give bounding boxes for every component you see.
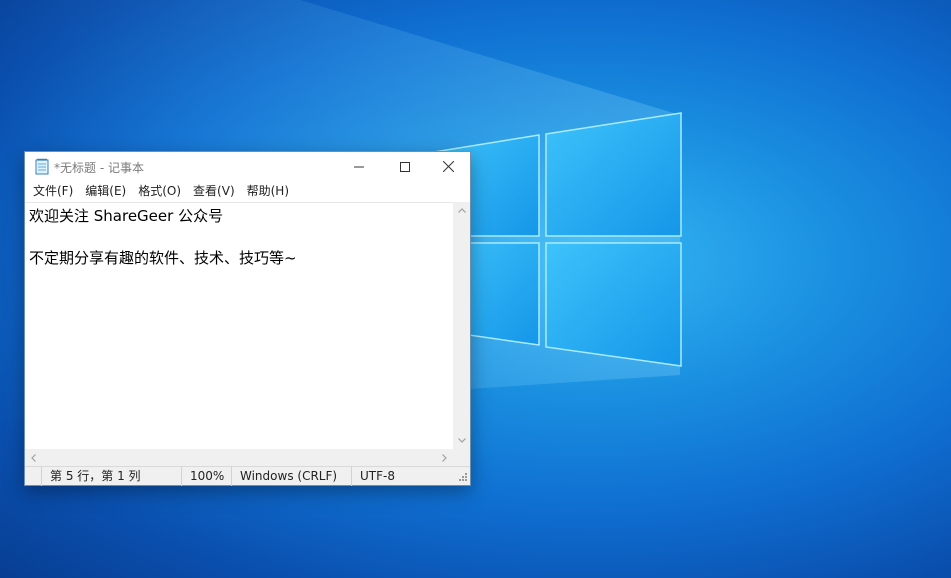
close-icon	[442, 161, 454, 172]
menu-edit[interactable]: 编辑(E)	[79, 181, 132, 202]
resize-grip-icon[interactable]	[458, 472, 468, 482]
editor-line-1: 欢迎关注 ShareGeer 公众号	[29, 207, 224, 225]
zoom-level: 100%	[181, 467, 231, 486]
scroll-left-button[interactable]	[25, 449, 42, 466]
minimize-icon	[354, 166, 364, 167]
text-editor[interactable]: 欢迎关注 ShareGeer 公众号 不定期分享有趣的软件、技术、技巧等~	[25, 202, 453, 449]
vertical-scrollbar[interactable]	[453, 202, 470, 449]
editor-line-2	[29, 227, 449, 248]
chevron-down-icon	[457, 438, 466, 443]
menu-file[interactable]: 文件(F)	[27, 181, 79, 202]
minimize-button[interactable]	[336, 152, 382, 181]
notepad-icon	[35, 158, 49, 175]
scroll-up-button[interactable]	[453, 202, 470, 219]
scrollbar-corner	[453, 449, 470, 466]
notepad-window: *无标题 - 记事本 文件(F) 编辑(E) 格式(O) 查看(V) 帮助(H)…	[24, 151, 471, 486]
chevron-left-icon	[31, 453, 36, 462]
maximize-button[interactable]	[382, 152, 428, 181]
window-title: *无标题 - 记事本	[54, 161, 144, 175]
close-button[interactable]	[425, 152, 471, 181]
chevron-right-icon	[442, 453, 447, 462]
maximize-icon	[400, 161, 410, 172]
scroll-down-button[interactable]	[453, 432, 470, 449]
menu-view[interactable]: 查看(V)	[187, 181, 241, 202]
editor-line-3: 不定期分享有趣的软件、技术、技巧等~	[29, 249, 297, 267]
chevron-up-icon	[457, 208, 466, 213]
status-bar: 第 5 行，第 1 列 100% Windows (CRLF) UTF-8	[25, 466, 470, 486]
cursor-position: 第 5 行，第 1 列	[41, 467, 181, 486]
horizontal-scrollbar[interactable]	[25, 449, 453, 466]
menu-bar: 文件(F) 编辑(E) 格式(O) 查看(V) 帮助(H)	[25, 181, 470, 202]
line-ending: Windows (CRLF)	[231, 467, 351, 486]
scroll-right-button[interactable]	[436, 449, 453, 466]
menu-help[interactable]: 帮助(H)	[241, 181, 295, 202]
title-bar[interactable]: *无标题 - 记事本	[25, 152, 470, 181]
encoding: UTF-8	[351, 467, 451, 486]
menu-format[interactable]: 格式(O)	[132, 181, 187, 202]
